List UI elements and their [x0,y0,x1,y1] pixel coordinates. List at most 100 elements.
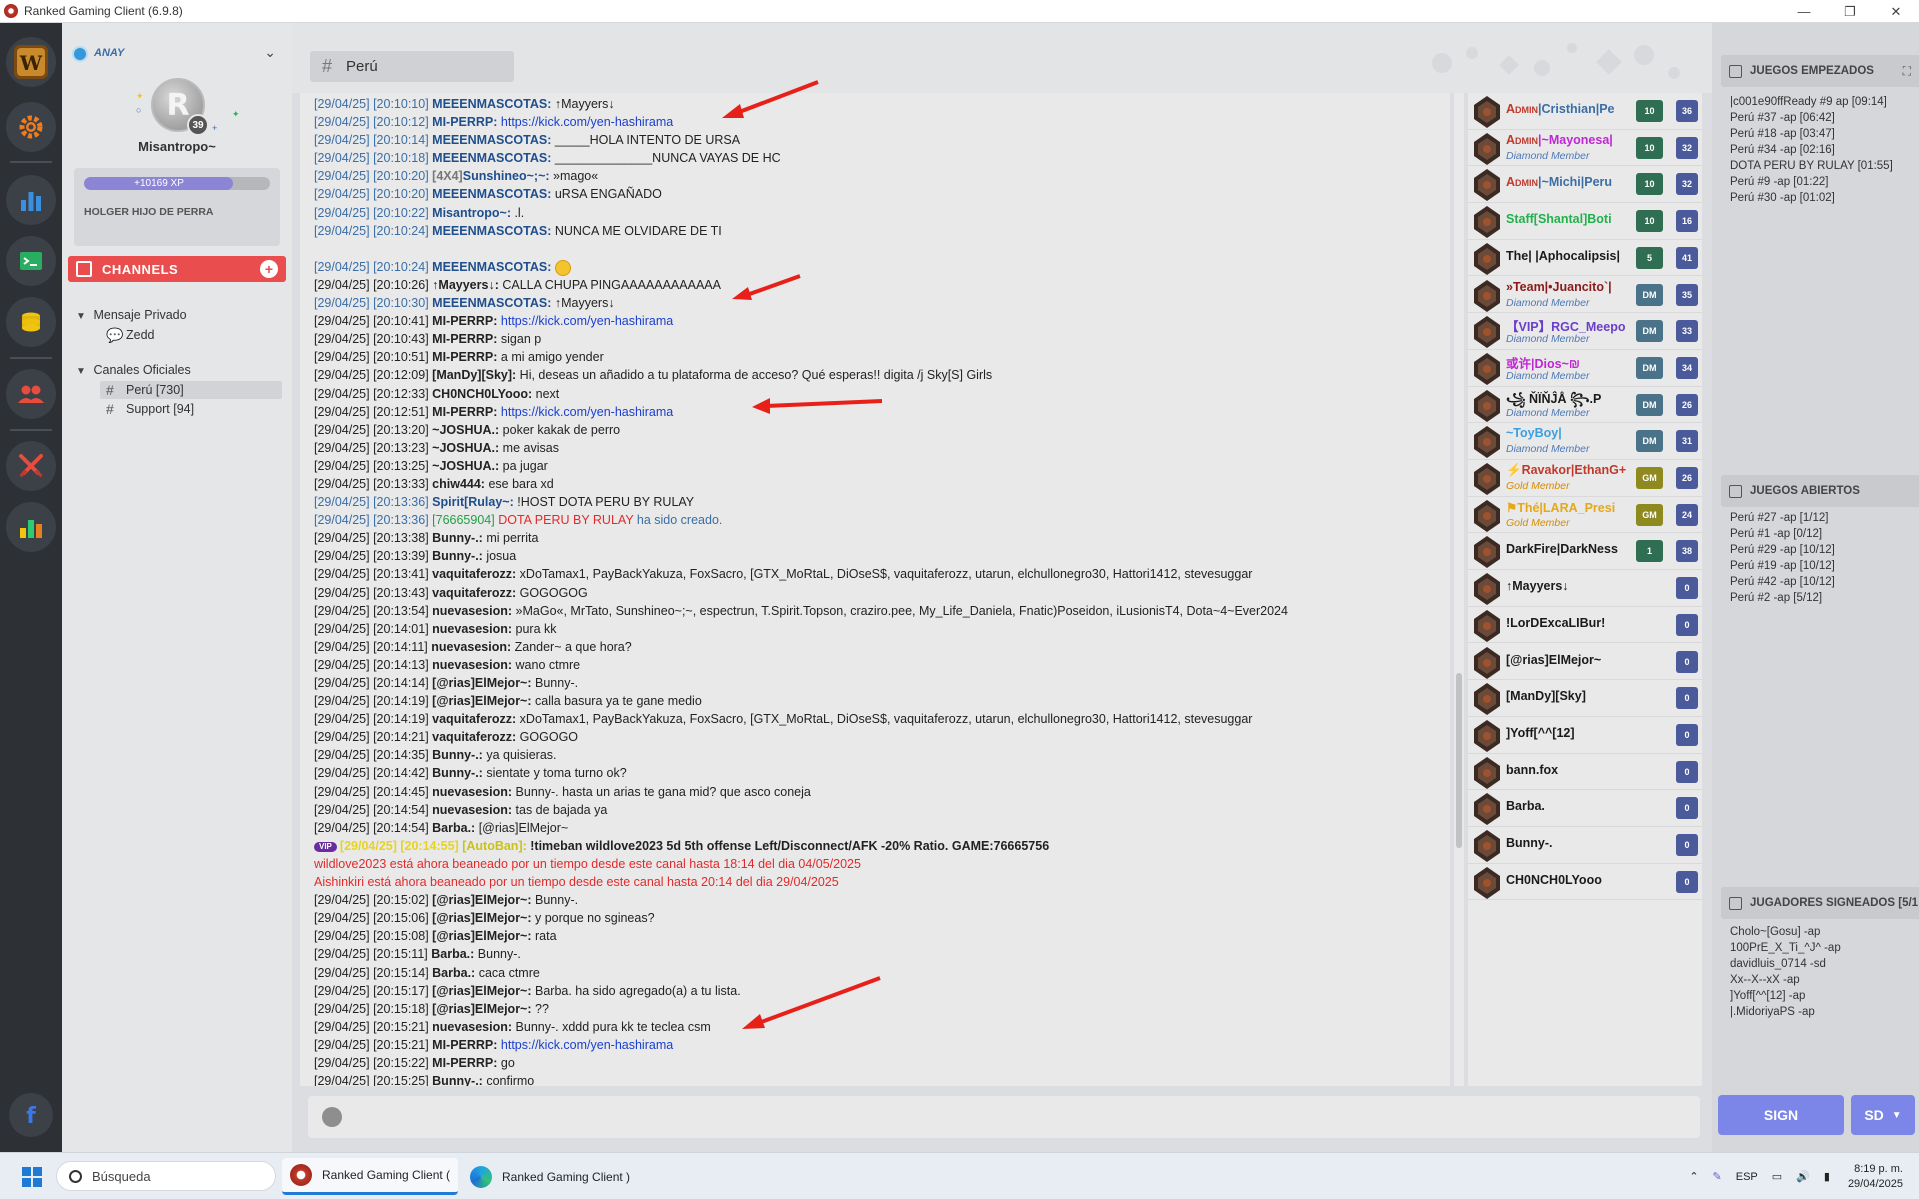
chat-link[interactable]: https://kick.com/yen-hashirama [501,1038,673,1052]
nick[interactable]: CH0NCH0LYooo: [432,387,535,401]
nick[interactable]: nuevasesion: [432,1020,515,1034]
signed-player-item[interactable]: davidluis_0714 -sd [1730,956,1841,972]
network-icon[interactable]: ▭ [1772,1170,1782,1183]
nick[interactable]: nuevasesion: [432,658,515,672]
started-game-item[interactable]: Perú #30 -ap [01:02] [1730,190,1893,206]
avatar[interactable]: R 39 [151,78,209,136]
user-row[interactable]: ]Yoff[^^[12] 0 [1468,717,1702,754]
nick[interactable]: vaquitaferozz: [432,712,520,726]
coins-icon[interactable] [6,297,56,347]
nick[interactable]: MEEENMASCOTAS: [432,296,555,310]
user-row[interactable]: 或许|Dios~₪ Diamond Member DM 34 [1468,350,1702,387]
user-row[interactable]: DarkFire|DarkNess 1 38 [1468,533,1702,571]
nick[interactable]: MI-PERRP: [432,405,501,419]
minimize-button[interactable]: — [1781,0,1827,23]
taskbar-app-ranked-1[interactable]: Ranked Gaming Client ( [282,1158,458,1195]
nick[interactable]: [@rias]ElMejor~: [432,929,535,943]
settings-gear-icon[interactable] [6,102,56,152]
sd-mode-dropdown[interactable]: SD ▼ [1851,1095,1915,1135]
nick[interactable]: ~JOSHUA.: [432,441,503,455]
nick[interactable]: [@rias]ElMejor~: [432,694,535,708]
nick[interactable]: [@rias]ElMejor~: [432,911,535,925]
nick[interactable]: vaquitaferozz: [432,586,520,600]
nick[interactable]: [@rias]ElMejor~: [432,984,535,998]
nick[interactable]: Misantropo~: [432,206,514,220]
nick[interactable]: MEEENMASCOTAS: [432,151,555,165]
signed-player-item[interactable]: 100PrE_X_Ti_^J^ -ap [1730,940,1841,956]
user-row[interactable]: »Team|•Juancito`| Diamond Member DM 35 [1468,277,1702,314]
warcraft-icon[interactable]: W [6,37,56,87]
open-game-item[interactable]: Perú #29 -ap [10/12] [1730,542,1835,558]
game-name[interactable]: DOTA PERU BY RULAY [498,513,637,527]
swords-icon[interactable] [6,441,56,491]
chat-input-box[interactable] [308,1096,1700,1138]
nick[interactable]: Bunny-.: [432,748,486,762]
add-channel-button[interactable]: + [260,260,278,278]
nick[interactable]: Bunny-.: [432,766,486,780]
nick[interactable]: MI-PERRP: [432,1038,501,1052]
tree-group-official[interactable]: ▼ Canales Oficiales [76,363,191,377]
nick[interactable]: MI-PERRP: [432,1056,501,1070]
open-game-item[interactable]: Perú #27 -ap [1/12] [1730,510,1835,526]
nick[interactable]: nuevasesion: [432,622,515,636]
nick[interactable]: MEEENMASCOTAS: [432,133,555,147]
started-game-item[interactable]: Perú #9 -ap [01:22] [1730,174,1893,190]
nick[interactable]: nuevasesion: [432,803,515,817]
nick[interactable]: Spirit[Rulay~: [432,495,517,509]
user-row[interactable]: [ManDy][Sky] 0 [1468,680,1702,717]
signed-player-item[interactable]: ]Yoff[^^[12] -ap [1730,988,1841,1004]
language-indicator[interactable]: ESP [1736,1171,1758,1183]
nick[interactable]: Bunny-.: [432,531,486,545]
chevron-down-icon[interactable]: ⌄ [264,44,276,61]
nick[interactable]: nuevasesion: [432,785,515,799]
nick[interactable]: Bunny-.: [432,1074,486,1086]
volume-icon[interactable]: 🔊 [1796,1170,1810,1183]
started-game-item[interactable]: Perú #18 -ap [03:47] [1730,126,1893,142]
nick[interactable]: MEEENMASCOTAS: [432,187,555,201]
friends-icon[interactable] [6,369,56,419]
user-row[interactable]: CH0NCH0LYooo 0 [1468,864,1702,901]
user-row[interactable]: [@rias]ElMejor~ 0 [1468,644,1702,681]
chat-link[interactable]: https://kick.com/yen-hashirama [501,314,673,328]
user-row[interactable]: ↑Mayyers↓ 0 [1468,570,1702,607]
nick[interactable]: [4X4]Sunshineo~;~: [432,169,553,183]
user-row[interactable]: !LorDExcaLIBur! 0 [1468,607,1702,644]
close-button[interactable]: ✕ [1873,0,1919,23]
private-chat-zedd[interactable]: 💬 Zedd [100,326,282,344]
status-message[interactable]: HOLGER HIJO DE PERRA [84,206,214,218]
nick[interactable]: ↑Mayyers↓: [432,278,502,292]
nick[interactable]: MI-PERRP: [432,350,501,364]
chevron-up-icon[interactable]: ⌃ [1689,1170,1698,1183]
emoji-picker-icon[interactable] [322,1107,342,1127]
nick[interactable]: nuevasesion: [431,640,514,654]
signed-player-item[interactable]: Cholo~[Gosu] -ap [1730,924,1841,940]
user-row[interactable]: ⚑Thé|LARA_Presi Gold Member GM 24 [1468,497,1702,534]
open-game-item[interactable]: Perú #19 -ap [10/12] [1730,558,1835,574]
nick[interactable]: vaquitaferozz: [432,730,520,744]
nick[interactable]: MI-PERRP: [432,314,501,328]
nick[interactable]: MEEENMASCOTAS: [432,224,555,238]
nick[interactable]: Barba.: [432,966,479,980]
nick[interactable]: nuevasesion: [432,604,515,618]
windows-start-icon[interactable] [22,1167,42,1187]
chat-log[interactable]: [29/04/25] [20:10:10] MEEENMASCOTAS: ↑Ma… [300,93,1450,1086]
nick[interactable]: chiw444: [432,477,488,491]
started-game-item[interactable]: Perú #34 -ap [02:16] [1730,142,1893,158]
started-game-item[interactable]: |c001e90ffReady #9 ap [09:14] [1730,94,1893,110]
tab-peru[interactable]: # Perú [310,51,514,82]
signed-player-item[interactable]: Xx--X--xX -ap [1730,972,1841,988]
chat-scrollbar[interactable] [1454,93,1464,1086]
user-row[interactable]: 【VIP】RGC_Meepo Diamond Member DM 33 [1468,313,1702,350]
scrollbar-thumb[interactable] [1456,673,1462,848]
clock[interactable]: 8:19 p. m. 29/04/2025 [1848,1162,1903,1192]
nick[interactable]: MEEENMASCOTAS: [432,97,555,111]
nick[interactable]: vaquitaferozz: [432,567,520,581]
user-row[interactable]: ⚡Ravakor|EthanG+ Gold Member GM 26 [1468,460,1702,497]
nick[interactable]: [@rias]ElMejor~: [432,676,535,690]
user-row[interactable]: The| |Aphocalipsis| 5 41 [1468,240,1702,277]
taskbar-app-ranked-2[interactable]: Ranked Gaming Client ) [462,1158,638,1195]
nick[interactable]: Barba.: [432,821,479,835]
signed-player-item[interactable]: |.MidoriyaPS -ap [1730,1004,1841,1020]
user-row[interactable]: Staff[Shantal]Boti 10 16 [1468,203,1702,240]
pen-icon[interactable]: ✎ [1713,1170,1722,1183]
